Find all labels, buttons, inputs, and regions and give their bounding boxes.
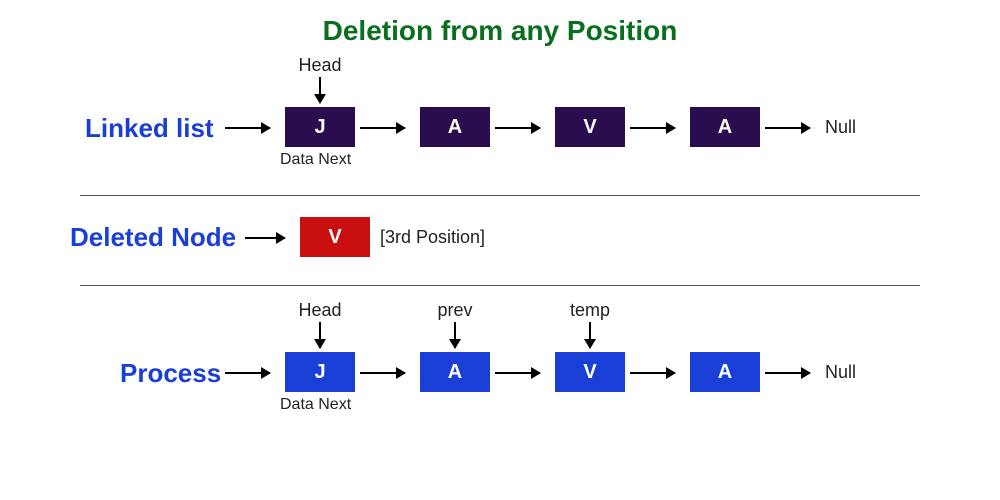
deleted-node-label: Deleted Node bbox=[70, 222, 236, 253]
process-data-next-label: Data Next bbox=[280, 396, 351, 414]
null-label: Null bbox=[825, 117, 856, 138]
node-3: V bbox=[555, 107, 625, 147]
arrow-2-3 bbox=[495, 127, 540, 129]
arrow-prev-down bbox=[454, 322, 456, 348]
arrow-label-to-node bbox=[225, 127, 270, 129]
linked-list-label: Linked list bbox=[85, 113, 214, 144]
arrow-process-to-node bbox=[225, 372, 270, 374]
diagram-title: Deletion from any Position bbox=[0, 0, 1000, 47]
arrow-p-2-3 bbox=[495, 372, 540, 374]
arrow-deleted bbox=[245, 237, 285, 239]
node-1: J bbox=[285, 107, 355, 147]
arrow-head-down bbox=[319, 77, 321, 103]
prev-label: prev bbox=[420, 300, 490, 321]
arrow-1-2 bbox=[360, 127, 405, 129]
node-2: A bbox=[420, 107, 490, 147]
arrow-4-null bbox=[765, 127, 810, 129]
arrow-p-1-2 bbox=[360, 372, 405, 374]
position-label: [3rd Position] bbox=[380, 227, 485, 248]
data-next-label: Data Next bbox=[280, 151, 351, 169]
divider-2 bbox=[80, 285, 920, 286]
process-null-label: Null bbox=[825, 362, 856, 383]
section-linked-list: Head Linked list J A V A Null Data Next bbox=[0, 55, 1000, 205]
section-process: Head prev temp Process J A V A Null Data… bbox=[0, 300, 1000, 470]
head-label: Head bbox=[285, 55, 355, 76]
arrow-head-down-2 bbox=[319, 322, 321, 348]
process-node-2: A bbox=[420, 352, 490, 392]
arrow-p-3-4 bbox=[630, 372, 675, 374]
node-4: A bbox=[690, 107, 760, 147]
process-node-4: A bbox=[690, 352, 760, 392]
temp-label: temp bbox=[555, 300, 625, 321]
section-deleted-node: Deleted Node V [3rd Position] bbox=[0, 210, 1000, 270]
arrow-3-4 bbox=[630, 127, 675, 129]
arrow-p-4-null bbox=[765, 372, 810, 374]
process-node-1: J bbox=[285, 352, 355, 392]
process-node-3: V bbox=[555, 352, 625, 392]
process-head-label: Head bbox=[285, 300, 355, 321]
arrow-temp-down bbox=[589, 322, 591, 348]
divider-1 bbox=[80, 195, 920, 196]
process-label: Process bbox=[120, 358, 221, 389]
deleted-node: V bbox=[300, 217, 370, 257]
